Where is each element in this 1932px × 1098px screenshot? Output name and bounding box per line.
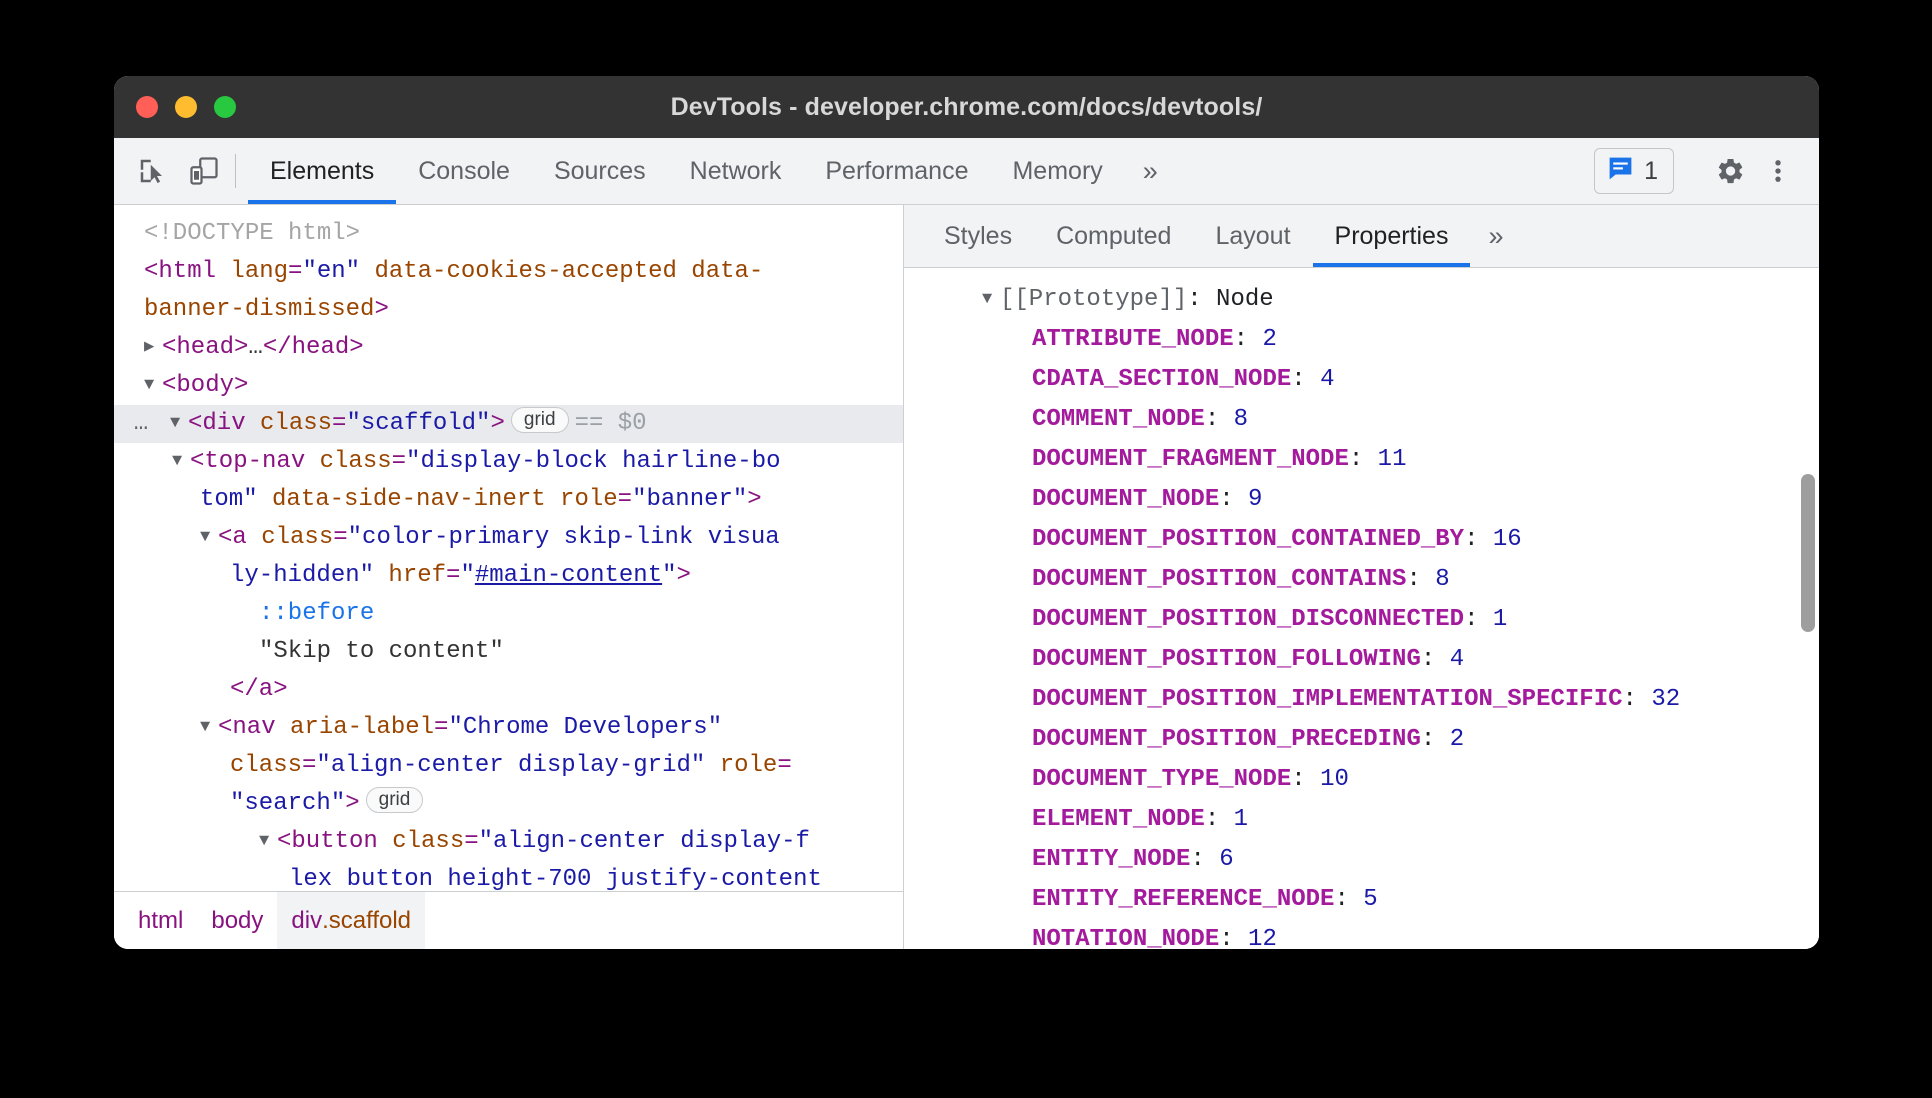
dom-line-html-open[interactable]: <html lang="en" data-cookies-accepted da…	[114, 253, 903, 291]
dom-line-topnav-wrap[interactable]: tom" data-side-nav-inert role="banner">	[114, 481, 903, 519]
collapse-arrow-icon[interactable]: ▼	[259, 823, 277, 861]
tab-performance[interactable]: Performance	[803, 138, 990, 204]
dom-line-nav[interactable]: ▼ <nav aria-label="Chrome Developers"	[114, 709, 903, 747]
property-row[interactable]: DOCUMENT_POSITION_FOLLOWING: 4	[904, 640, 1819, 680]
dom-line-anchor-close[interactable]: </a>	[114, 671, 903, 709]
tab-sources[interactable]: Sources	[532, 138, 668, 204]
scrollbar-thumb[interactable]	[1801, 474, 1815, 632]
toolbar-divider	[235, 154, 236, 188]
selected-node-ref: == $0	[574, 410, 647, 437]
breadcrumb-item-html[interactable]: html	[124, 892, 197, 949]
dom-line-topnav[interactable]: ▼ <top-nav class="display-block hairline-…	[114, 443, 903, 481]
inspect-element-icon[interactable]	[131, 150, 173, 192]
title-bar: DevTools - developer.chrome.com/docs/dev…	[114, 76, 1819, 138]
prototype-row[interactable]: ▼ [[Prototype]]: Node	[904, 280, 1819, 320]
device-toolbar-icon[interactable]	[183, 150, 225, 192]
property-row[interactable]: DOCUMENT_POSITION_DISCONNECTED: 1	[904, 600, 1819, 640]
window-title: DevTools - developer.chrome.com/docs/dev…	[670, 92, 1263, 121]
property-row[interactable]: DOCUMENT_NODE: 9	[904, 480, 1819, 520]
dom-line-selected-scaffold[interactable]: … ▼ <div class="scaffold"> grid == $0	[114, 405, 903, 443]
dom-line-nav-wrap-2[interactable]: "search"> grid	[114, 785, 903, 823]
dom-line-nav-wrap-1[interactable]: class="align-center display-grid" role=	[114, 747, 903, 785]
href-link[interactable]: #main-content	[475, 562, 662, 589]
tab-layout[interactable]: Layout	[1193, 205, 1312, 267]
collapse-arrow-icon[interactable]: ▼	[200, 709, 218, 747]
tab-styles[interactable]: Styles	[922, 205, 1034, 267]
tab-memory[interactable]: Memory	[990, 138, 1124, 204]
collapse-arrow-icon[interactable]: ▼	[144, 367, 162, 405]
property-row[interactable]: ELEMENT_NODE: 1	[904, 800, 1819, 840]
maximize-window-button[interactable]	[214, 96, 236, 118]
panel-tabs: Elements Console Sources Network Perform…	[248, 138, 1176, 204]
properties-list[interactable]: ▼ [[Prototype]]: Node ATTRIBUTE_NODE: 2 C…	[904, 268, 1819, 949]
grid-badge[interactable]: grid	[510, 407, 569, 433]
property-row[interactable]: NOTATION_NODE: 12	[904, 920, 1819, 949]
dom-line-anchor[interactable]: ▼ <a class="color-primary skip-link visua	[114, 519, 903, 557]
property-row[interactable]: DOCUMENT_POSITION_CONTAINED_BY: 16	[904, 520, 1819, 560]
traffic-lights	[136, 76, 236, 138]
property-row[interactable]: DOCUMENT_TYPE_NODE: 10	[904, 760, 1819, 800]
dom-line-button-wrap[interactable]: lex button height-700 justify-content	[114, 861, 903, 891]
dom-line-body[interactable]: ▼ <body>	[114, 367, 903, 405]
dom-line-html-open-wrap[interactable]: banner-dismissed>	[114, 291, 903, 329]
property-row[interactable]: DOCUMENT_POSITION_IMPLEMENTATION_SPECIFI…	[904, 680, 1819, 720]
collapse-arrow-icon[interactable]: ▼	[982, 280, 1000, 320]
sidebar-tabs: Styles Computed Layout Properties »	[904, 205, 1819, 268]
close-window-button[interactable]	[136, 96, 158, 118]
tab-properties[interactable]: Properties	[1312, 205, 1471, 267]
dom-tree[interactable]: <!DOCTYPE html> <html lang="en" data-coo…	[114, 205, 903, 891]
toolbar-actions: 1	[1594, 138, 1819, 204]
collapse-arrow-icon[interactable]: ▼	[200, 519, 218, 557]
property-row[interactable]: ENTITY_NODE: 6	[904, 840, 1819, 880]
property-row[interactable]: DOCUMENT_FRAGMENT_NODE: 11	[904, 440, 1819, 480]
tab-network[interactable]: Network	[668, 138, 804, 204]
property-row[interactable]: COMMENT_NODE: 8	[904, 400, 1819, 440]
tab-computed[interactable]: Computed	[1034, 205, 1193, 267]
more-tabs-icon[interactable]: »	[1125, 138, 1176, 204]
expand-arrow-icon[interactable]: ▶	[144, 329, 162, 367]
prototype-label: [[Prototype]]	[1000, 286, 1188, 313]
collapse-arrow-icon[interactable]: ▼	[172, 443, 190, 481]
property-row[interactable]: DOCUMENT_POSITION_PRECEDING: 2	[904, 720, 1819, 760]
message-count-label: 1	[1644, 156, 1658, 185]
panel-split: <!DOCTYPE html> <html lang="en" data-coo…	[114, 205, 1819, 949]
dom-line-skip-text[interactable]: "Skip to content"	[114, 633, 903, 671]
property-row[interactable]: CDATA_SECTION_NODE: 4	[904, 360, 1819, 400]
breadcrumb-item-body[interactable]: body	[197, 892, 277, 949]
tab-elements[interactable]: Elements	[248, 138, 397, 204]
dom-line-before-pseudo[interactable]: ::before	[114, 595, 903, 633]
breadcrumb-tag: div	[291, 906, 323, 934]
devtools-toolbar: Elements Console Sources Network Perform…	[114, 138, 1819, 205]
dom-line-head[interactable]: ▶ <head>…</head>	[114, 329, 903, 367]
property-row[interactable]: ATTRIBUTE_NODE: 2	[904, 320, 1819, 360]
breadcrumb: html body div .scaffold	[114, 891, 903, 949]
dom-line-anchor-wrap[interactable]: ly-hidden" href="#main-content">	[114, 557, 903, 595]
toolbar-icon-group	[114, 138, 225, 204]
more-options-kebab-icon[interactable]	[1757, 150, 1799, 192]
grid-badge[interactable]: grid	[365, 787, 424, 813]
property-row[interactable]: DOCUMENT_POSITION_CONTAINS: 8	[904, 560, 1819, 600]
prototype-value: Node	[1216, 286, 1274, 313]
minimize-window-button[interactable]	[175, 96, 197, 118]
breadcrumb-class: .scaffold	[322, 906, 412, 934]
message-bubble-icon	[1606, 154, 1635, 188]
devtools-window: DevTools - developer.chrome.com/docs/dev…	[114, 76, 1819, 949]
more-sidebar-tabs-icon[interactable]: »	[1470, 205, 1521, 267]
message-count-button[interactable]: 1	[1594, 148, 1674, 194]
dom-line-doctype[interactable]: <!DOCTYPE html>	[114, 215, 903, 253]
elements-dom-pane: <!DOCTYPE html> <html lang="en" data-coo…	[114, 205, 904, 949]
breadcrumb-item-div-scaffold[interactable]: div .scaffold	[277, 892, 426, 949]
dom-line-button[interactable]: ▼ <button class="align-center display-f	[114, 823, 903, 861]
properties-pane: Styles Computed Layout Properties » ▼ [[P…	[904, 205, 1819, 949]
property-row[interactable]: ENTITY_REFERENCE_NODE: 5	[904, 880, 1819, 920]
gear-icon[interactable]	[1709, 150, 1751, 192]
node-menu-icon[interactable]: …	[114, 405, 170, 443]
collapse-arrow-icon[interactable]: ▼	[170, 405, 188, 443]
properties-scrollbar[interactable]	[1801, 276, 1815, 941]
tab-console[interactable]: Console	[396, 138, 532, 204]
